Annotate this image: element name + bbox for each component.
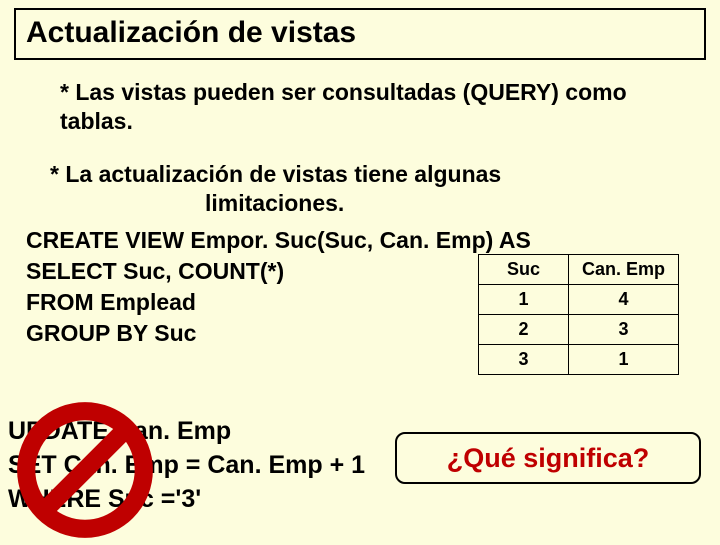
sql-create-line-4: GROUP BY Suc [26, 318, 531, 349]
table-row: 1 4 [479, 285, 679, 315]
table-cell: 3 [479, 345, 569, 375]
callout-box: ¿Qué significa? [395, 432, 701, 484]
table-header-row: Suc Can. Emp [479, 255, 679, 285]
prohibit-icon [10, 400, 160, 540]
table-cell: 1 [479, 285, 569, 315]
sql-create-line-1: CREATE VIEW Empor. Suc(Suc, Can. Emp) AS [26, 225, 531, 256]
sql-create-line-2: SELECT Suc, COUNT(*) [26, 256, 531, 287]
slide-title-box: Actualización de vistas [14, 8, 706, 60]
slide-title: Actualización de vistas [26, 16, 356, 49]
table-header-canemp: Can. Emp [569, 255, 679, 285]
table-row: 3 1 [479, 345, 679, 375]
view-result-table: Suc Can. Emp 1 4 2 3 3 1 [478, 254, 679, 375]
callout-text: ¿Qué significa? [447, 443, 650, 474]
bullet-1-text: * Las vistas pueden ser consultadas (QUE… [60, 79, 627, 134]
table-cell: 2 [479, 315, 569, 345]
table-cell: 3 [569, 315, 679, 345]
table-cell: 1 [569, 345, 679, 375]
table-header-suc: Suc [479, 255, 569, 285]
sql-create-line-3: FROM Emplead [26, 287, 531, 318]
table-row: 2 3 [479, 315, 679, 345]
bullet-point-1: * Las vistas pueden ser consultadas (QUE… [60, 78, 700, 136]
bullet-point-2: * La actualización de vistas tiene algun… [50, 160, 690, 218]
table-cell: 4 [569, 285, 679, 315]
bullet-2b: limitaciones. [205, 189, 690, 218]
sql-create-view-block: CREATE VIEW Empor. Suc(Suc, Can. Emp) AS… [26, 225, 531, 349]
bullet-2a: * La actualización de vistas tiene algun… [50, 161, 501, 187]
